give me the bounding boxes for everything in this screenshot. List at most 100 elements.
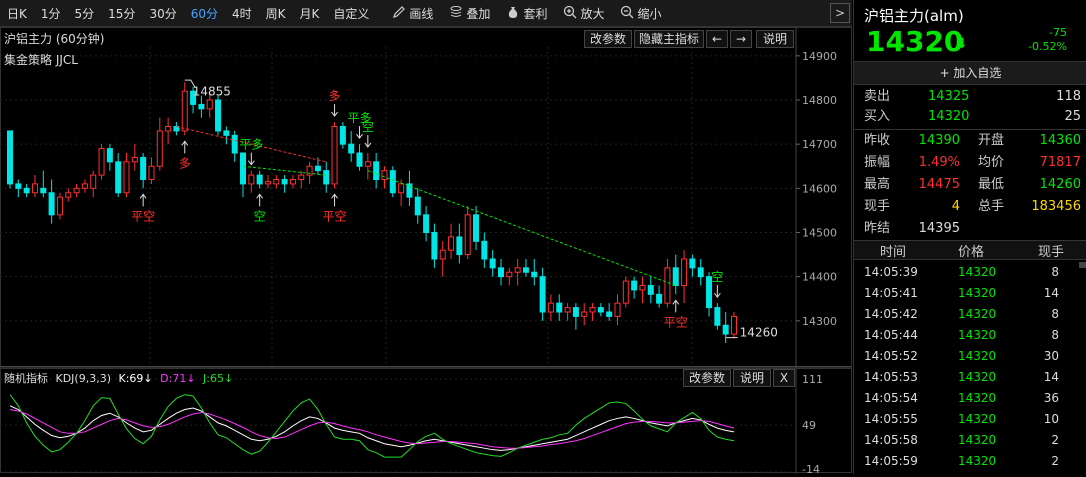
candle-body: [423, 214, 430, 233]
period-tab[interactable]: 月K: [293, 5, 327, 22]
kline-chart[interactable]: 14900 14800 14700 14600 14500 14400 14300 14855…: [0, 27, 852, 476]
trade-row: 14:05:44 14320 8: [854, 325, 1086, 346]
candle-body: [73, 187, 80, 194]
candle-body: [165, 126, 172, 132]
trade-price: 14320: [958, 349, 997, 363]
instrument-title: 沪铝主力(alm): [864, 7, 964, 25]
period-tabs: 日K 1分 5分 15分 30分 60分 4时 周K 月K 自定义: [0, 5, 376, 22]
candle-body: [181, 90, 188, 132]
trade-row: 14:05:52 14320 30: [854, 346, 1086, 367]
change-value: -75: [1049, 26, 1067, 39]
signal-label: 空: [362, 120, 374, 134]
candle-body: [464, 214, 471, 256]
kdj-name: KDJ(9,3,3): [55, 372, 112, 385]
signal-arrow: [672, 299, 680, 313]
trade-row: 14:05:41 14320 14: [854, 283, 1086, 304]
y-tick-label: 14600: [802, 182, 837, 195]
candle-body: [48, 192, 55, 216]
kdj-panel-title: 随机指标: [4, 372, 48, 385]
candle-body: [264, 181, 271, 185]
scroll-left-button[interactable]: ←: [706, 30, 728, 48]
trade-volume: 14: [1043, 370, 1059, 384]
trade-row: 14:05:53 14320 14: [854, 367, 1086, 388]
candle-body: [323, 170, 330, 185]
scrollbar-thumb[interactable]: [1079, 262, 1086, 268]
candle-body: [581, 311, 588, 317]
candle-body: [356, 152, 363, 167]
candle-body: [314, 165, 321, 172]
signal-label: 空: [254, 209, 266, 223]
kdj-help-button[interactable]: 说明: [733, 369, 771, 387]
candle-body: [7, 130, 13, 185]
kdj-close-button[interactable]: X: [773, 369, 795, 387]
trade-volume: 14: [1043, 286, 1059, 300]
sell-label: 卖出: [864, 89, 891, 104]
trade-header: 时间 价格 现手: [854, 240, 1086, 260]
candle-body: [572, 307, 579, 317]
signal-label: 平多: [239, 138, 263, 152]
trade-time: 14:05:54: [864, 391, 918, 405]
candle-body: [614, 302, 621, 317]
stat-label: 最高: [864, 177, 891, 192]
money-bag-icon: [506, 5, 520, 22]
candle-body: [556, 302, 563, 313]
trade-time: 14:05:59: [864, 454, 918, 468]
tool-button[interactable]: 画线: [384, 5, 441, 22]
candle-body: [514, 267, 521, 273]
trade-time: 14:05:52: [864, 349, 918, 363]
scroll-right-button[interactable]: →: [730, 30, 752, 48]
tool-button[interactable]: 缩小: [612, 5, 669, 22]
y-tick-label: 14900: [802, 50, 837, 63]
period-tab[interactable]: 1分: [34, 5, 68, 22]
period-tab[interactable]: 日K: [0, 5, 34, 22]
stat-label: 总手: [978, 199, 1005, 214]
candle-body: [714, 307, 721, 326]
candle-body: [547, 302, 554, 313]
signal-arrow: [181, 140, 189, 154]
tool-button[interactable]: 叠加: [441, 5, 498, 22]
chart-area: 14900 14800 14700 14600 14500 14400 14300 14855…: [0, 27, 852, 476]
tool-label: 放大: [580, 6, 605, 21]
down-arrow-icon: ⬇: [956, 36, 968, 52]
candle-body: [606, 311, 613, 317]
tool-button[interactable]: 套利: [498, 5, 555, 22]
kdj-y-tick-label: 49: [802, 419, 816, 432]
kdj-header: 随机指标 KDJ(9,3,3) K:69↓ D:71↓ J:65↓: [4, 370, 233, 386]
candle-body: [115, 161, 122, 194]
trade-price: 14320: [958, 265, 997, 279]
candle-body: [198, 103, 205, 110]
change-params-button[interactable]: 改参数: [584, 30, 632, 48]
candle-body: [248, 174, 255, 185]
period-tab[interactable]: 自定义: [326, 5, 376, 22]
help-button[interactable]: 说明: [756, 30, 794, 48]
next-arrow-button[interactable]: >: [830, 3, 850, 23]
sell-price: 14325: [928, 89, 970, 104]
period-tab[interactable]: 60分: [184, 5, 225, 22]
tool-button[interactable]: 放大: [555, 5, 612, 22]
candle-body: [223, 130, 230, 136]
trend-line: [242, 165, 327, 176]
kdj-change-params-button[interactable]: 改参数: [683, 369, 731, 387]
zoom-in-icon: [563, 5, 577, 22]
period-tab[interactable]: 30分: [142, 5, 183, 22]
trade-time: 14:05:58: [864, 433, 918, 447]
period-tab[interactable]: 周K: [259, 5, 293, 22]
add-watchlist-button[interactable]: + 加入自选: [854, 61, 1086, 85]
trade-price: 14320: [958, 391, 997, 405]
stat-value: 4: [951, 199, 960, 214]
period-tab[interactable]: 15分: [101, 5, 142, 22]
candle-body: [689, 258, 696, 269]
period-tab[interactable]: 5分: [68, 5, 102, 22]
candle-body: [373, 161, 380, 180]
trade-row: 14:05:54 14320 36: [854, 388, 1086, 409]
hide-main-indicator-button[interactable]: 隐藏主指标: [634, 30, 704, 48]
kdj-y-tick-label: -14: [802, 463, 820, 474]
candle-body: [697, 267, 704, 278]
signal-arrow: [364, 135, 372, 148]
candle-body: [489, 258, 496, 269]
candle-body: [564, 307, 571, 313]
candle-body: [140, 156, 147, 181]
period-tab[interactable]: 4时: [225, 5, 259, 22]
stat-label: 振幅: [864, 155, 891, 170]
stat-value: 1.49%: [918, 155, 960, 170]
